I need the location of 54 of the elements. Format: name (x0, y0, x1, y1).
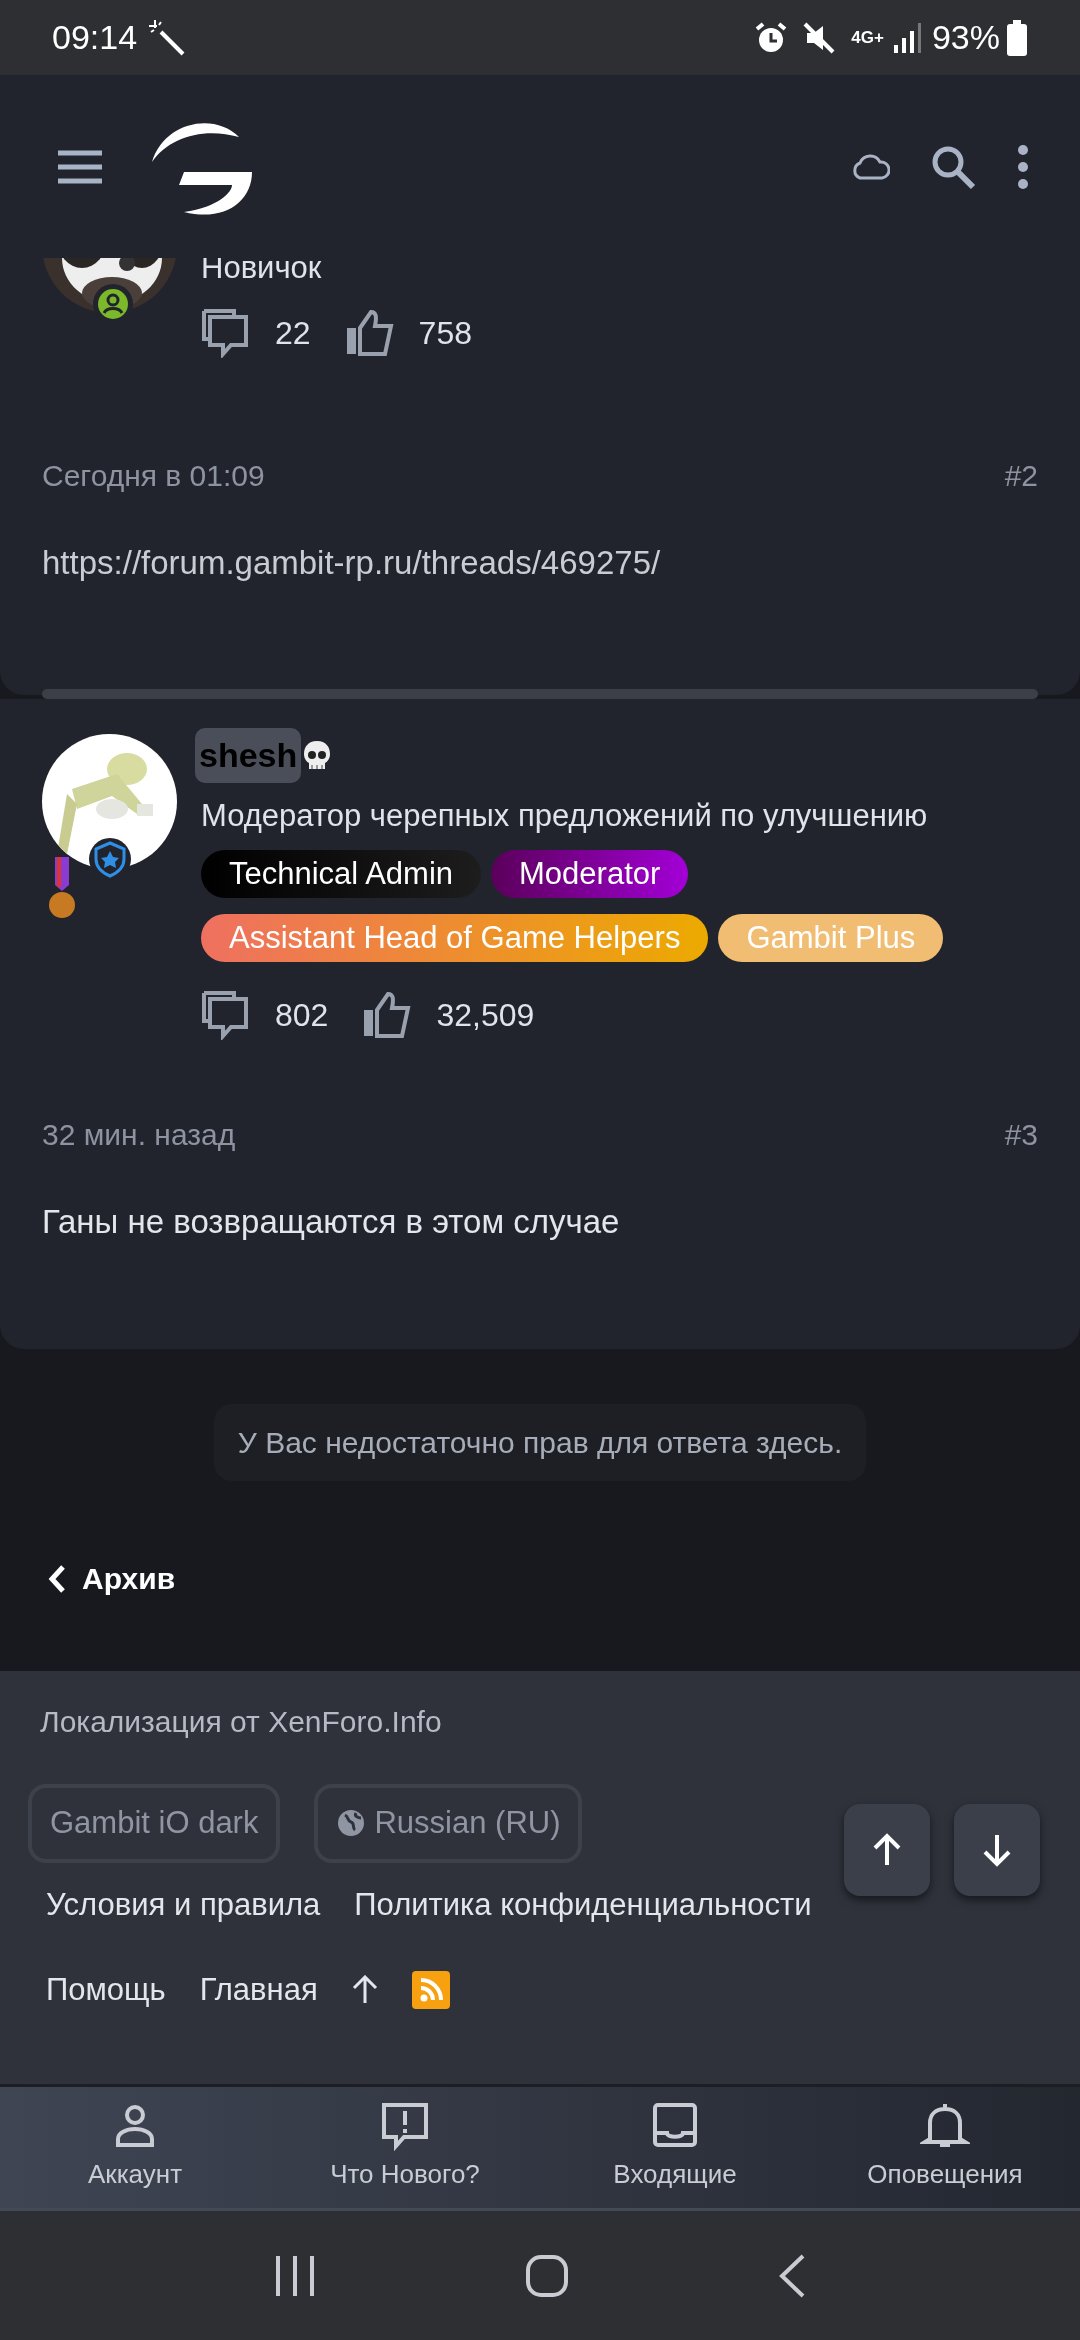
battery-level: 93% (931, 17, 1000, 58)
message-count: 22 (275, 313, 311, 353)
scroll-up-button[interactable] (844, 1804, 930, 1896)
chevron-left-icon (48, 1563, 66, 1594)
bottom-nav-item[interactable]: Что Нового? (270, 2087, 540, 2208)
bottom-nav-item[interactable]: Аккаунт (0, 2087, 270, 2208)
arrow-up-icon[interactable] (351, 1974, 378, 2005)
scroll-down-button[interactable] (954, 1804, 1040, 1896)
network-type: 4G+ (851, 29, 884, 46)
reaction-count: 758 (418, 313, 472, 353)
signal-icon (891, 20, 922, 55)
arrow-down-icon (982, 1833, 1012, 1867)
post-number[interactable]: #3 (1004, 1111, 1038, 1157)
thumbs-up-icon (362, 989, 413, 1040)
post-date: 32 мин. назад (42, 1116, 236, 1153)
footer-link[interactable]: Условия и правила (46, 1882, 321, 1929)
arrow-up-icon (872, 1833, 902, 1867)
battery-icon (1006, 18, 1028, 57)
back-icon[interactable] (777, 2252, 806, 2299)
home-icon[interactable] (525, 2253, 569, 2298)
user-title: Модератор черепных предложений по улучшению (201, 797, 929, 835)
footer-link[interactable]: Помощь (46, 1966, 166, 2013)
clock: 09:14 (52, 17, 138, 58)
localization-credit: Локализация от XenForo.Info (39, 1704, 443, 1740)
permission-notice: У Вас недостаточно прав для ответа здесь. (213, 1404, 867, 1481)
medal-icon (47, 857, 77, 919)
message-count: 802 (275, 995, 329, 1035)
thumbs-up-icon (344, 307, 395, 358)
rss-icon[interactable] (411, 1970, 450, 2009)
recent-apps-icon[interactable] (274, 2253, 317, 2298)
menu-icon[interactable] (56, 148, 104, 185)
footer-link[interactable]: Главная (199, 1966, 318, 2013)
footer-link[interactable]: Политика конфиденциальности (354, 1882, 812, 1929)
speech-bubble-icon (380, 2101, 430, 2151)
language-chooser[interactable]: Russian (RU) (314, 1784, 583, 1863)
cloud-icon[interactable] (850, 152, 890, 181)
user-banner: Gambit Plus (718, 913, 944, 962)
post-link[interactable]: https://forum.gambit-rp.ru/threads/469275/ (42, 537, 661, 587)
user-banner: Technical Admin (201, 849, 481, 898)
shield-icon (88, 837, 132, 881)
bottom-nav-item[interactable]: Входящие (540, 2087, 810, 2208)
post-date: Сегодня в 01:09 (42, 457, 265, 494)
bottom-nav-item[interactable]: Оповещения (810, 2087, 1080, 2208)
style-chooser[interactable]: Gambit iO dark (28, 1784, 281, 1863)
messages-icon (201, 307, 251, 358)
more-icon[interactable] (1016, 143, 1030, 190)
post-number[interactable]: #2 (1004, 452, 1038, 498)
reaction-count: 32,509 (436, 995, 535, 1035)
messages-icon (201, 989, 251, 1040)
user-banner: Moderator (491, 849, 689, 898)
user-banner: Assistant Head of Game Helpers (201, 913, 709, 962)
post-text: Ганы не возвращаются в этом случае (42, 1201, 621, 1242)
globe-icon (336, 1808, 367, 1839)
breadcrumb-link[interactable]: Архив (48, 1556, 176, 1601)
